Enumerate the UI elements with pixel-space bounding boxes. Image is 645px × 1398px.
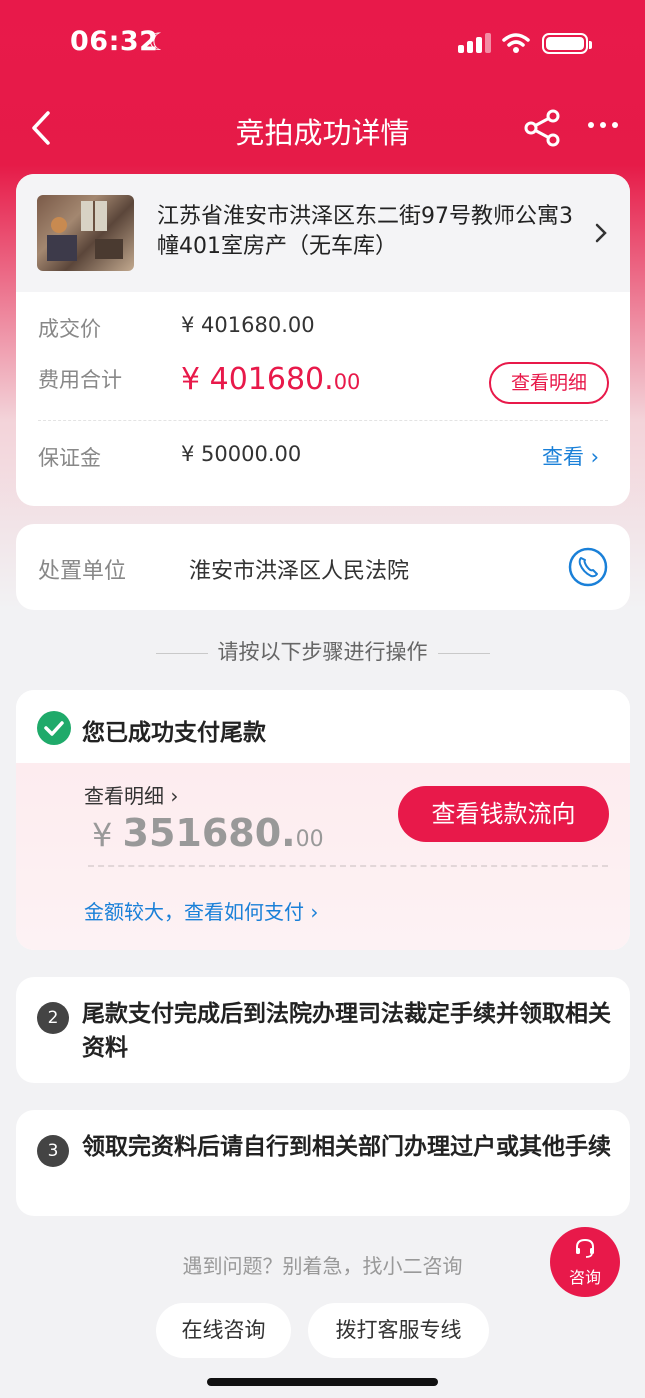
deposit-value: ¥ 50000.00 — [181, 442, 302, 466]
deposit-view-link[interactable]: 查看 › — [542, 441, 599, 471]
step-number-badge: 3 — [37, 1135, 69, 1167]
status-bar: 06:32 ☾ — [0, 0, 645, 90]
property-title: 江苏省淮安市洪泽区东二街97号教师公寓3幢401室房产（无车库） — [157, 204, 573, 259]
disposal-unit-card: 处置单位 淮安市洪泽区人民法院 — [16, 524, 630, 610]
cellular-signal-icon — [458, 33, 494, 53]
headset-icon — [576, 1238, 594, 1258]
divider — [38, 420, 608, 421]
total-fee-label: 费用合计 — [38, 368, 122, 392]
step1-title: 您已成功支付尾款 — [82, 720, 266, 746]
step1-body: 查看明细 › ¥ 351680.00 查看钱款流向 金额较大，查看如何支付 › — [16, 763, 630, 950]
property-thumbnail — [37, 195, 134, 271]
steps-heading: 请按以下步骤进行操作 — [0, 636, 645, 666]
step2-text: 尾款支付完成后到法院办理司法裁定手续并领取相关资料 — [82, 1001, 611, 1061]
check-circle-icon — [37, 711, 71, 745]
view-fee-detail-button[interactable]: 查看明细 — [489, 362, 609, 404]
step-number-badge: 2 — [37, 1002, 69, 1034]
deposit-label: 保证金 — [38, 446, 101, 470]
paid-amount: ¥ 351680.00 — [92, 811, 324, 855]
phone-icon[interactable] — [568, 547, 608, 587]
step3-text: 领取完资料后请自行到相关部门办理过户或其他手续 — [82, 1134, 611, 1160]
disposal-unit-label: 处置单位 — [38, 559, 127, 584]
share-icon[interactable] — [522, 108, 562, 148]
consult-fab[interactable]: 咨询 — [550, 1227, 620, 1297]
property-card: 江苏省淮安市洪泽区东二街97号教师公寓3幢401室房产（无车库） 成交价 ¥ 4… — [16, 174, 630, 506]
disposal-unit-value: 淮安市洪泽区人民法院 — [189, 559, 410, 584]
step1-card: 您已成功支付尾款 查看明细 › ¥ 351680.00 查看钱款流向 金额较大，… — [16, 690, 630, 950]
battery-icon — [542, 33, 592, 54]
fab-label: 咨询 — [568, 1268, 601, 1287]
view-detail-link[interactable]: 查看明细 › — [84, 780, 178, 809]
how-to-pay-link[interactable]: 金额较大，查看如何支付 › — [84, 896, 318, 925]
more-icon[interactable] — [588, 122, 620, 132]
status-time: 06:32 — [70, 26, 159, 57]
nav-bar: 竞拍成功详情 — [0, 92, 645, 164]
property-header[interactable]: 江苏省淮安市洪泽区东二街97号教师公寓3幢401室房产（无车库） — [16, 174, 630, 292]
online-consult-button[interactable]: 在线咨询 — [156, 1303, 291, 1358]
step1-header: 您已成功支付尾款 — [16, 690, 630, 763]
divider — [88, 865, 608, 867]
step2-card: 2 尾款支付完成后到法院办理司法裁定手续并领取相关资料 — [16, 977, 630, 1083]
call-hotline-button[interactable]: 拨打客服专线 — [308, 1303, 489, 1358]
home-indicator — [207, 1378, 438, 1386]
deal-price-value: ¥ 401680.00 — [181, 313, 315, 337]
wifi-icon — [502, 33, 530, 53]
moon-icon: ☾ — [148, 28, 170, 56]
view-money-flow-button[interactable]: 查看钱款流向 — [398, 786, 609, 842]
total-fee-value: ¥ 401680.00 — [181, 362, 361, 397]
chevron-right-icon — [595, 223, 607, 243]
deal-price-label: 成交价 — [38, 317, 101, 341]
help-text: 遇到问题？别着急，找小二咨询 — [182, 1254, 463, 1278]
step3-card: 3 领取完资料后请自行到相关部门办理过户或其他手续 — [16, 1110, 630, 1216]
